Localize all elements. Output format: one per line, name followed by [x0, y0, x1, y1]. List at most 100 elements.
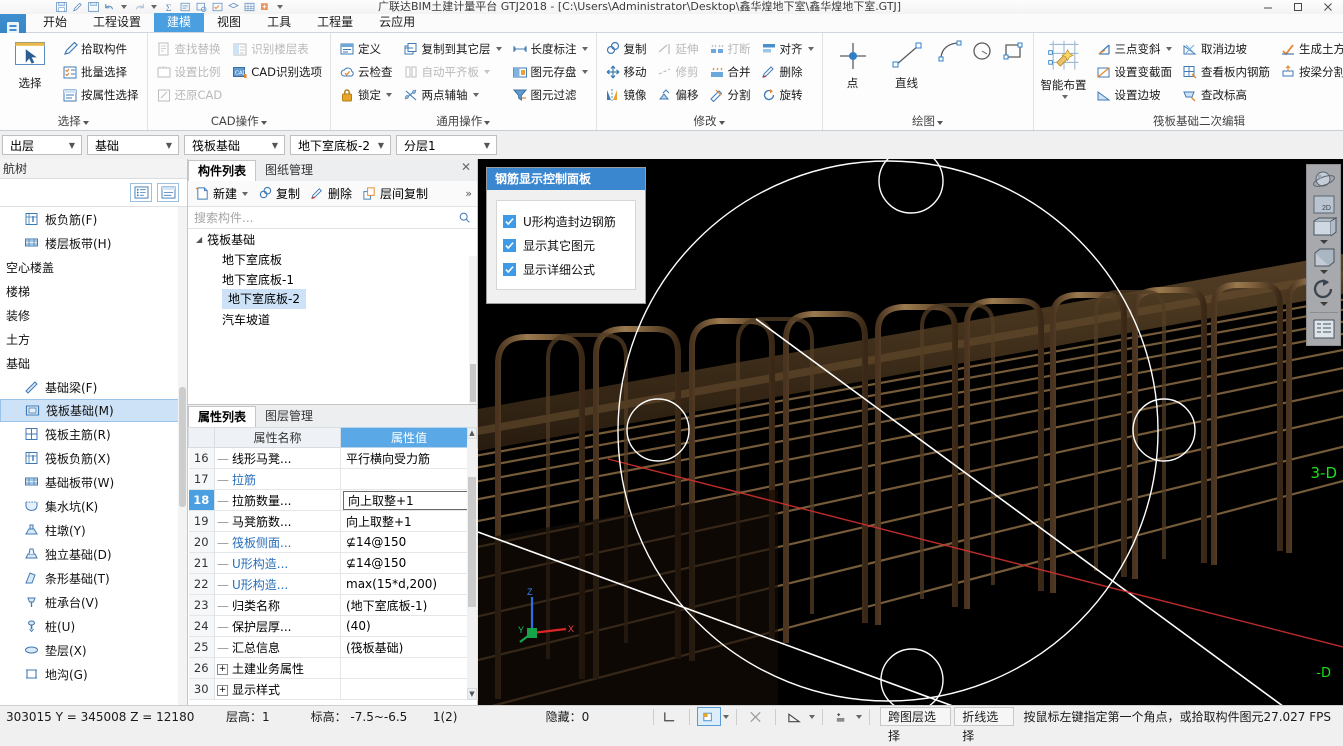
- chevron-down-icon[interactable]: [260, 121, 267, 125]
- property-row[interactable]: 16— 线形马凳... 平行横向受力筋: [188, 447, 478, 469]
- status-text-button-0[interactable]: 跨图层选择: [879, 707, 952, 743]
- ribbon-button-two-point-axis-icon[interactable]: 两点辅轴: [399, 83, 506, 106]
- ribbon-button-element-save-icon[interactable]: 图元存盘: [508, 60, 592, 83]
- ribbon-big-button-5[interactable]: 智能布置: [1038, 37, 1090, 99]
- menu-tab-5[interactable]: 工程量: [304, 13, 366, 32]
- property-row-value[interactable]: ⊈14@150: [340, 552, 478, 574]
- report-icon[interactable]: [179, 1, 192, 13]
- chevron-down-icon[interactable]: [1061, 95, 1068, 99]
- component-toolbar-copy-icon[interactable]: 复制: [254, 183, 304, 205]
- component-type-select[interactable]: 筏板基础 ▼: [184, 135, 285, 155]
- nav-item-15[interactable]: 条形基础(T): [0, 566, 187, 590]
- ribbon-button-cad-options-icon[interactable]: CAD CAD识别选项: [228, 60, 326, 83]
- chevron-down-icon[interactable]: [581, 69, 588, 74]
- nav-item-5[interactable]: 土方: [0, 327, 187, 351]
- checkbox-icon[interactable]: [503, 214, 516, 228]
- ortho-button[interactable]: [658, 707, 682, 726]
- ribbon-button-view-slab-rebar-icon[interactable]: 查看板内钢筋: [1178, 60, 1274, 83]
- nav-item-8[interactable]: 筏板基础(M): [0, 399, 187, 422]
- navigation-scrollbar[interactable]: [178, 207, 187, 705]
- nav-item-0[interactable]: 板负筋(F): [0, 207, 187, 231]
- property-scrollbar[interactable]: ▲ ▼: [467, 427, 477, 700]
- nav-item-7[interactable]: 基础梁(F): [0, 375, 187, 399]
- chevron-down-icon[interactable]: ▼: [162, 141, 176, 150]
- ribbon-button-rotate-icon[interactable]: 旋转: [757, 83, 818, 106]
- check-icon[interactable]: [211, 1, 224, 13]
- ribbon-button-lock-icon[interactable]: 锁定: [335, 83, 397, 106]
- ribbon-button-pick-component-icon[interactable]: 拾取构件: [58, 37, 143, 60]
- query-icon[interactable]: [195, 1, 208, 13]
- draw-tool-line-tool-icon[interactable]: 直线: [881, 37, 933, 91]
- nav-item-10[interactable]: 筏板负筋(X): [0, 446, 187, 470]
- property-row-value[interactable]: [340, 678, 478, 700]
- property-row[interactable]: 18— 拉筋数量... 向上取整+1: [188, 489, 478, 511]
- orbit-button[interactable]: [1309, 169, 1339, 193]
- property-row-value[interactable]: [340, 657, 478, 679]
- nav-item-12[interactable]: 集水坑(K): [0, 494, 187, 518]
- chevron-down-icon[interactable]: ▼: [480, 141, 494, 150]
- draw-tool-arc-tool-icon[interactable]: [935, 37, 965, 63]
- property-row[interactable]: 25— 汇总信息 (筏板基础): [188, 636, 478, 658]
- menu-tab-3[interactable]: 视图: [204, 13, 254, 32]
- nav-item-3[interactable]: 楼梯: [0, 279, 187, 303]
- property-tab-0[interactable]: 属性列表: [188, 406, 257, 427]
- draw-tool-circle-tool-icon[interactable]: [967, 37, 997, 63]
- chevron-down-icon[interactable]: [386, 92, 393, 97]
- rebar-option-row-2[interactable]: 显示详细公式: [503, 257, 629, 281]
- view-2d-button[interactable]: 2D: [1309, 194, 1339, 216]
- menu-tab-2[interactable]: 建模: [154, 13, 205, 32]
- component-tree-item-1[interactable]: 地下室底板: [188, 249, 477, 269]
- 3d-viewport[interactable]: Z Y X 3-D -D 钢筋显示控制面板 U形构造封边钢筋 显示其它图元 显示详细…: [478, 159, 1343, 705]
- nav-item-17[interactable]: 桩(U): [0, 614, 187, 638]
- nav-item-9[interactable]: 筏板主筋(R): [0, 422, 187, 446]
- floor-select[interactable]: 出层 ▼: [2, 135, 82, 155]
- component-select[interactable]: 地下室底板-2 ▼: [290, 135, 391, 155]
- list-view-button[interactable]: [130, 183, 152, 202]
- redo-icon[interactable]: [133, 1, 146, 13]
- scroll-up-icon[interactable]: ▲: [467, 427, 477, 439]
- menu-tab-1[interactable]: 工程设置: [80, 13, 154, 32]
- expander-icon[interactable]: ◢: [196, 235, 202, 244]
- nav-item-19[interactable]: 地沟(G): [0, 662, 187, 686]
- checkbox-icon[interactable]: [503, 262, 516, 276]
- undo-icon[interactable]: [103, 1, 116, 13]
- component-toolbar-delete-icon[interactable]: 删除: [306, 183, 356, 205]
- component-tab-1[interactable]: 图纸管理: [256, 160, 322, 181]
- property-row-value[interactable]: 向上取整+1: [340, 510, 478, 532]
- ribbon-button-align-icon[interactable]: 对齐: [757, 37, 818, 60]
- qat-more-caret-icon[interactable]: [277, 5, 283, 9]
- property-row[interactable]: 17— 拉筋: [188, 468, 478, 490]
- chevron-down-icon[interactable]: [1319, 302, 1328, 306]
- edit-icon[interactable]: [71, 1, 84, 13]
- menu-tab-6[interactable]: 云应用: [366, 13, 428, 32]
- ribbon-button-copy-to-floor-icon[interactable]: 复制到其它层: [399, 37, 506, 60]
- chevron-down-icon[interactable]: [808, 714, 815, 719]
- nav-item-11[interactable]: 基础板带(W): [0, 470, 187, 494]
- chevron-down-icon[interactable]: [472, 92, 479, 97]
- menu-tab-0[interactable]: 开始: [30, 13, 80, 32]
- scroll-down-icon[interactable]: ▼: [467, 688, 477, 700]
- ribbon-button-copy-icon[interactable]: 复制: [601, 37, 651, 60]
- sum-icon[interactable]: Σ: [163, 1, 176, 13]
- save-icon[interactable]: [55, 1, 68, 13]
- component-search-box[interactable]: 搜索构件...: [188, 207, 477, 229]
- close-icon[interactable]: ✕: [461, 161, 471, 173]
- chevron-down-icon[interactable]: [937, 121, 944, 125]
- nav-item-18[interactable]: 垫层(X): [0, 638, 187, 662]
- property-row[interactable]: 19— 马凳筋数... 向上取整+1: [188, 510, 478, 532]
- ribbon-button-three-point-slope-icon[interactable]: 三点变斜: [1092, 37, 1177, 60]
- ribbon-button-move-icon[interactable]: 移动: [601, 60, 651, 83]
- snap-button[interactable]: [830, 707, 854, 726]
- property-row-value[interactable]: ⊈14@150: [340, 531, 478, 553]
- chevron-down-icon[interactable]: [722, 714, 729, 719]
- chevron-down-icon[interactable]: [1319, 240, 1328, 244]
- detail-view-button[interactable]: [157, 183, 179, 202]
- property-row-value[interactable]: 平行横向受力筋: [340, 447, 478, 469]
- close-button[interactable]: [1313, 0, 1343, 14]
- ribbon-button-generate-earthwork-icon[interactable]: 生成土方: [1276, 37, 1343, 60]
- component-tree-item-3[interactable]: 地下室底板-2: [188, 289, 477, 309]
- component-scrollbar[interactable]: [469, 256, 477, 404]
- ribbon-button-batch-select-icon[interactable]: 批量选择: [58, 60, 143, 83]
- view-box-open-button[interactable]: [1309, 217, 1339, 246]
- ribbon-button-check-elevation-icon[interactable]: 查改标高: [1178, 83, 1274, 106]
